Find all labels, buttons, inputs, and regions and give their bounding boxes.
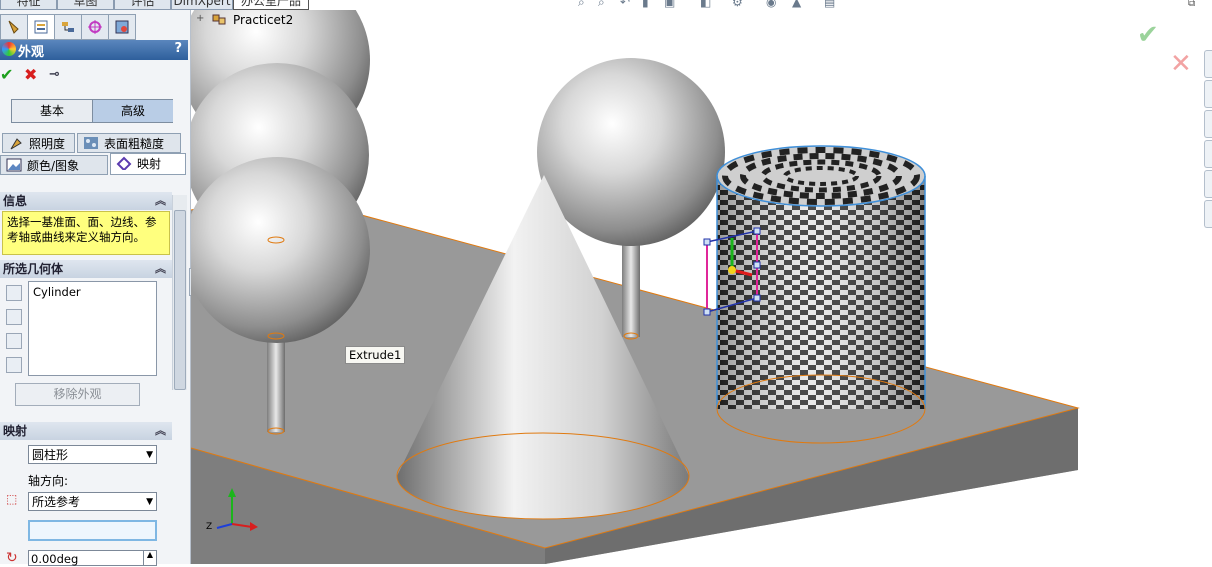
sphere-bottom[interactable] xyxy=(184,157,370,343)
rod-center[interactable] xyxy=(622,235,640,337)
task-pane-tab[interactable] xyxy=(1204,110,1212,138)
accept-check-icon[interactable]: ✔ xyxy=(1137,22,1159,48)
expand-icon[interactable]: + xyxy=(196,13,204,24)
feature-tooltip: Extrude1 xyxy=(345,346,406,364)
rod-left[interactable] xyxy=(267,338,285,432)
task-pane-tab[interactable] xyxy=(1204,170,1212,198)
part-name[interactable]: Practicet2 xyxy=(233,13,293,27)
task-pane-tab[interactable] xyxy=(1204,50,1212,78)
graphics-area[interactable]: Z xyxy=(0,0,1212,564)
part-icon xyxy=(212,14,226,25)
model-geometry: Z xyxy=(184,10,1080,564)
sphere-center[interactable] xyxy=(537,58,725,246)
triad-z-label: Z xyxy=(206,522,212,532)
task-pane-tab[interactable] xyxy=(1204,200,1212,228)
task-pane-tab[interactable] xyxy=(1204,80,1212,108)
task-pane-tab[interactable] xyxy=(1204,140,1212,168)
reject-x-icon[interactable]: ✕ xyxy=(1170,51,1192,77)
